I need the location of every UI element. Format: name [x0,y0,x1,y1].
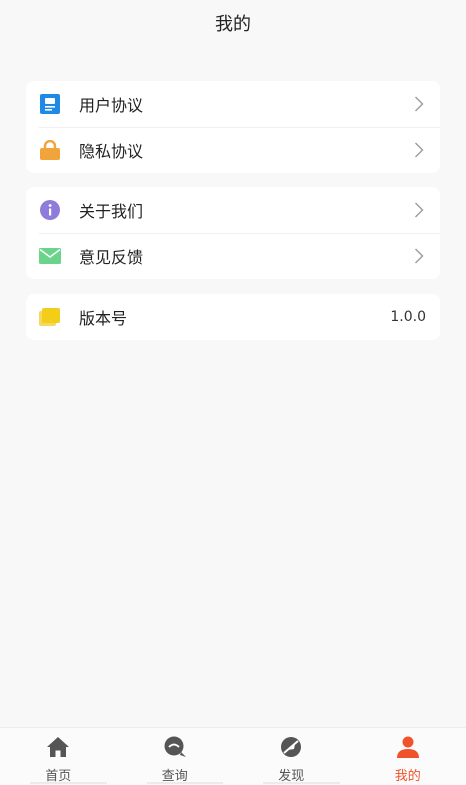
version-icon [39,306,61,328]
page-header: 我的 [0,0,466,44]
chevron-right-icon [412,247,426,265]
menu-item-about-us[interactable]: 关于我们 [26,187,440,233]
lock-icon [39,139,61,161]
tab-home[interactable]: 首页 [0,728,117,785]
chevron-right-icon [412,95,426,113]
page-title: 我的 [215,14,251,35]
menu-item-label: 版本号 [79,309,128,328]
menu-item-label: 关于我们 [79,202,144,221]
tab-query[interactable]: 查询 [117,728,234,785]
mail-icon [39,245,61,267]
menu-item-label: 意见反馈 [79,248,144,267]
menu-item-label: 用户协议 [79,96,144,115]
menu-item-user-agreement[interactable]: 用户协议 [26,81,440,127]
menu-item-feedback[interactable]: 意见反馈 [26,233,440,279]
version-value: 1.0.0 [390,309,426,325]
chat-search-icon [162,734,188,760]
info-icon [39,199,61,221]
chevron-right-icon [412,141,426,159]
user-icon [395,734,421,760]
home-icon [45,734,71,760]
settings-group-about: 关于我们 意见反馈 [26,187,440,279]
tab-label: 我的 [394,769,421,784]
menu-item-label: 隐私协议 [79,142,144,161]
document-icon [39,93,61,115]
settings-group-version: 版本号 1.0.0 [26,294,440,340]
tab-divider [263,782,340,784]
compass-icon [278,734,304,760]
menu-item-version: 版本号 1.0.0 [26,294,440,340]
tab-divider [30,782,107,784]
menu-item-privacy-agreement[interactable]: 隐私协议 [26,127,440,173]
tab-divider [146,782,223,784]
chevron-right-icon [412,201,426,219]
bottom-tab-bar: 首页 查询 发现 我的 [0,727,466,785]
settings-group-agreements: 用户协议 隐私协议 [26,81,440,173]
tab-discover[interactable]: 发现 [233,728,350,785]
tab-mine[interactable]: 我的 [350,728,466,785]
